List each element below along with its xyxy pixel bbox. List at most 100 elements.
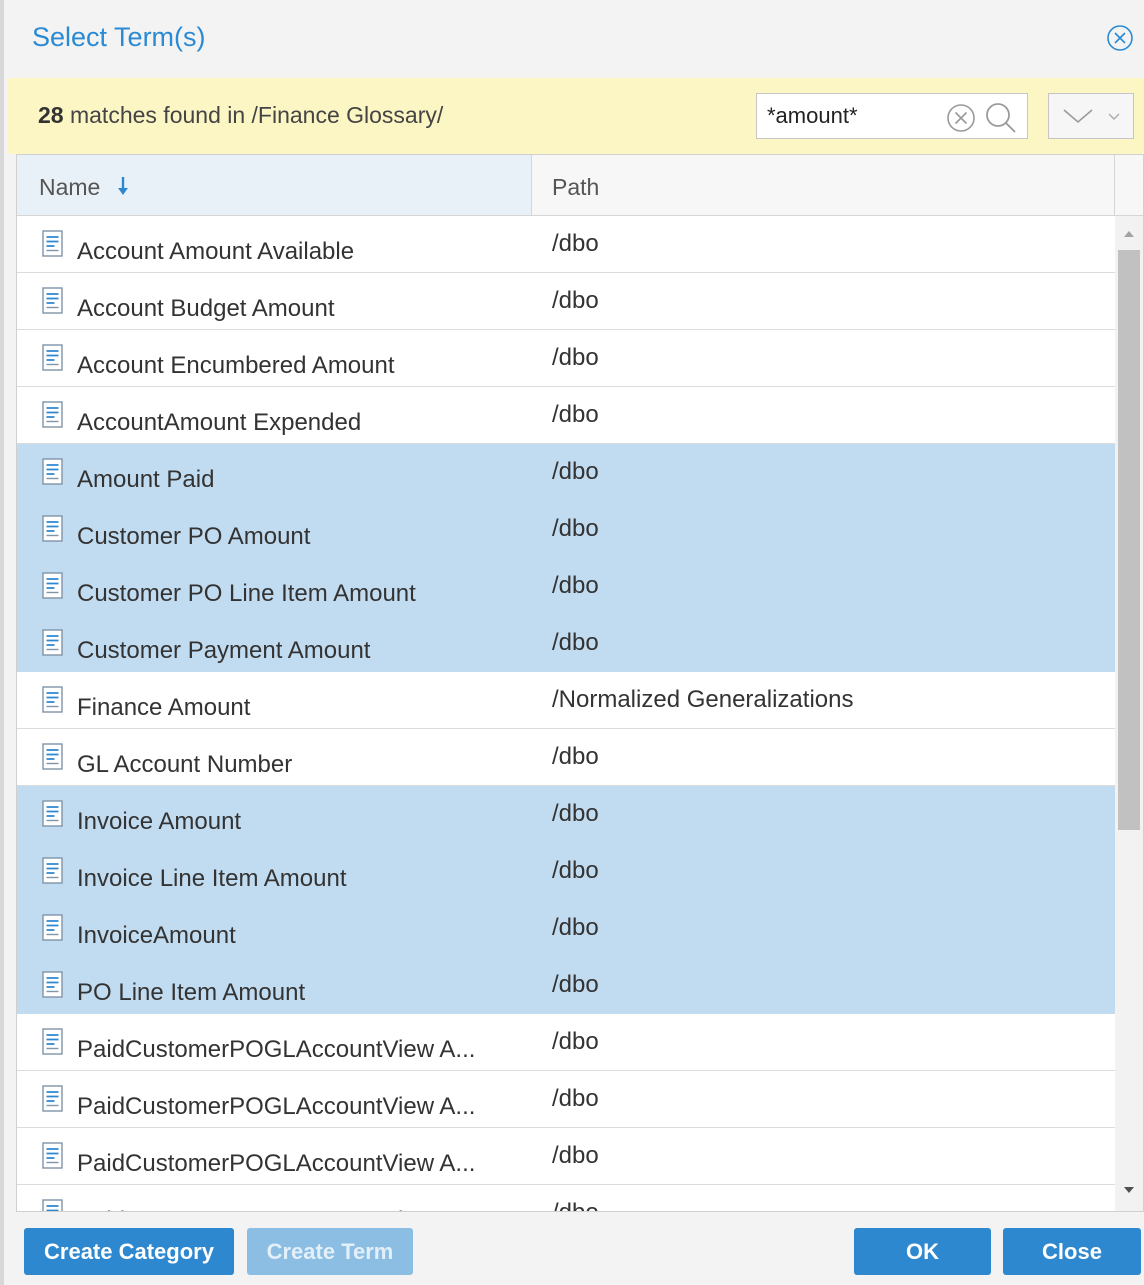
table-row[interactable]: PaidCustomerPOGLAccountView A.../dbo [17, 1185, 1115, 1211]
small-chevron-down-icon [1108, 113, 1120, 120]
close-circle-icon[interactable] [1106, 24, 1134, 52]
dialog-titlebar: Select Term(s) [8, 0, 1144, 78]
search-result-bar: 28 matches found in /Finance Glossary/ [8, 78, 1144, 154]
term-name: PaidCustomerPOGLAccountView A... [77, 1093, 476, 1120]
term-name: Customer PO Amount [77, 523, 311, 550]
terms-grid: Name Path Account Amount Available/dbo Ac… [16, 154, 1144, 1212]
table-row[interactable]: Customer Payment Amount/dbo [17, 615, 1115, 672]
dialog-title: Select Term(s) [32, 22, 206, 52]
scroll-up-arrow-icon[interactable] [1123, 230, 1135, 238]
term-name: AccountAmount Expended [77, 409, 362, 436]
dialog-footer: Create Category Create Term OK Close [8, 1212, 1144, 1285]
ok-button[interactable]: OK [854, 1228, 991, 1275]
table-row[interactable]: PaidCustomerPOGLAccountView A... /dbo [17, 1128, 1115, 1185]
term-name: PaidCustomerPOGLAccountView A... [77, 1150, 476, 1177]
sort-down-arrow-icon [118, 177, 128, 195]
search-options-dropdown[interactable] [1048, 93, 1134, 139]
term-path: /dbo [552, 1085, 599, 1112]
term-path: /dbo [552, 1199, 599, 1211]
table-row[interactable]: Account Budget Amount/dbo [17, 273, 1115, 330]
term-name: GL Account Number [77, 751, 293, 778]
clear-circle-icon[interactable] [945, 102, 977, 134]
term-path: /dbo [552, 230, 599, 257]
table-row[interactable]: AccountAmount Expended/dbo [17, 387, 1115, 444]
term-name: PO Line Item Amount [77, 979, 306, 1006]
term-document-icon [42, 743, 63, 770]
term-document-icon [42, 629, 63, 656]
select-terms-dialog: Select Term(s) 28 matches found in /Fina… [0, 0, 1144, 1285]
table-row[interactable]: Amount Paid/dbo [17, 444, 1115, 501]
term-path: /dbo [552, 344, 599, 371]
term-path: /dbo [552, 857, 599, 884]
term-path: /dbo [552, 287, 599, 314]
term-path: /dbo [552, 401, 599, 428]
term-document-icon [42, 971, 63, 998]
term-name: Amount Paid [77, 466, 215, 493]
term-name: Invoice Amount [77, 808, 242, 835]
term-document-icon [42, 344, 63, 371]
column-header-name[interactable]: Name [17, 155, 532, 215]
term-document-icon [42, 572, 63, 599]
term-path: /dbo [552, 1028, 599, 1055]
table-row[interactable]: GL Account Number/dbo [17, 729, 1115, 786]
table-row[interactable]: PaidCustomerPOGLAccountView A... /dbo [17, 1071, 1115, 1128]
create-category-button[interactable]: Create Category [24, 1228, 234, 1275]
table-row[interactable]: PaidCustomerPOGLAccountView A... /dbo [17, 1014, 1115, 1071]
term-path: /dbo [552, 743, 599, 770]
term-name: Finance Amount [77, 694, 251, 721]
term-name: Account Budget Amount [77, 295, 335, 322]
column-name-label: Name [39, 174, 101, 200]
search-icon[interactable] [983, 100, 1019, 136]
table-row[interactable]: Invoice Amount/dbo [17, 786, 1115, 843]
term-path: /dbo [552, 515, 599, 542]
chevron-down-icon [1063, 109, 1093, 124]
term-document-icon [42, 1085, 63, 1112]
term-path: /dbo [552, 1142, 599, 1169]
table-row[interactable]: PO Line Item Amount/dbo [17, 957, 1115, 1014]
term-document-icon [42, 1028, 63, 1055]
term-name: Customer Payment Amount [77, 637, 371, 664]
table-row[interactable]: Customer PO Line Item Amount/dbo [17, 558, 1115, 615]
term-document-icon [42, 1199, 63, 1211]
create-term-button[interactable]: Create Term [247, 1228, 413, 1275]
grid-header: Name Path [17, 155, 1143, 216]
term-path: /dbo [552, 458, 599, 485]
term-name: InvoiceAmount [77, 922, 236, 949]
term-name: Account Amount Available [77, 238, 355, 265]
term-path: /dbo [552, 914, 599, 941]
close-button[interactable]: Close [1003, 1228, 1141, 1275]
term-path: /dbo [552, 971, 599, 998]
match-count: 28 [38, 102, 64, 128]
table-row[interactable]: Invoice Line Item Amount/dbo [17, 843, 1115, 900]
term-document-icon [42, 914, 63, 941]
term-document-icon [42, 401, 63, 428]
column-header-path[interactable]: Path [532, 155, 1115, 215]
term-path: /dbo [552, 572, 599, 599]
term-name: PaidCustomerPOGLAccountView A... [77, 1036, 476, 1063]
scroll-thumb[interactable] [1118, 250, 1140, 830]
term-document-icon [42, 1142, 63, 1169]
term-path: /dbo [552, 800, 599, 827]
term-name: Invoice Line Item Amount [77, 865, 347, 892]
table-row[interactable]: Account Amount Available/dbo [17, 216, 1115, 273]
term-document-icon [42, 686, 63, 713]
table-row[interactable]: Account Encumbered Amount/dbo [17, 330, 1115, 387]
vertical-scrollbar[interactable] [1115, 216, 1143, 1211]
search-box [756, 93, 1028, 139]
term-document-icon [42, 800, 63, 827]
term-name: Customer PO Line Item Amount [77, 580, 416, 607]
grid-rows: Account Amount Available/dbo Account Budg… [17, 216, 1115, 1211]
search-input[interactable] [767, 100, 942, 132]
match-summary: 28 matches found in /Finance Glossary/ [38, 102, 443, 129]
term-path: /dbo [552, 629, 599, 656]
table-row[interactable]: Customer PO Amount/dbo [17, 501, 1115, 558]
column-path-label: Path [552, 174, 600, 200]
term-document-icon [42, 857, 63, 884]
term-name: Account Encumbered Amount [77, 352, 395, 379]
term-document-icon [42, 458, 63, 485]
table-row[interactable]: InvoiceAmount/dbo [17, 900, 1115, 957]
scroll-down-arrow-icon[interactable] [1123, 1186, 1135, 1194]
term-path: /Normalized Generalizations [552, 686, 854, 713]
table-row[interactable]: Finance Amount/Normalized Generalization… [17, 672, 1115, 729]
term-document-icon [42, 287, 63, 314]
